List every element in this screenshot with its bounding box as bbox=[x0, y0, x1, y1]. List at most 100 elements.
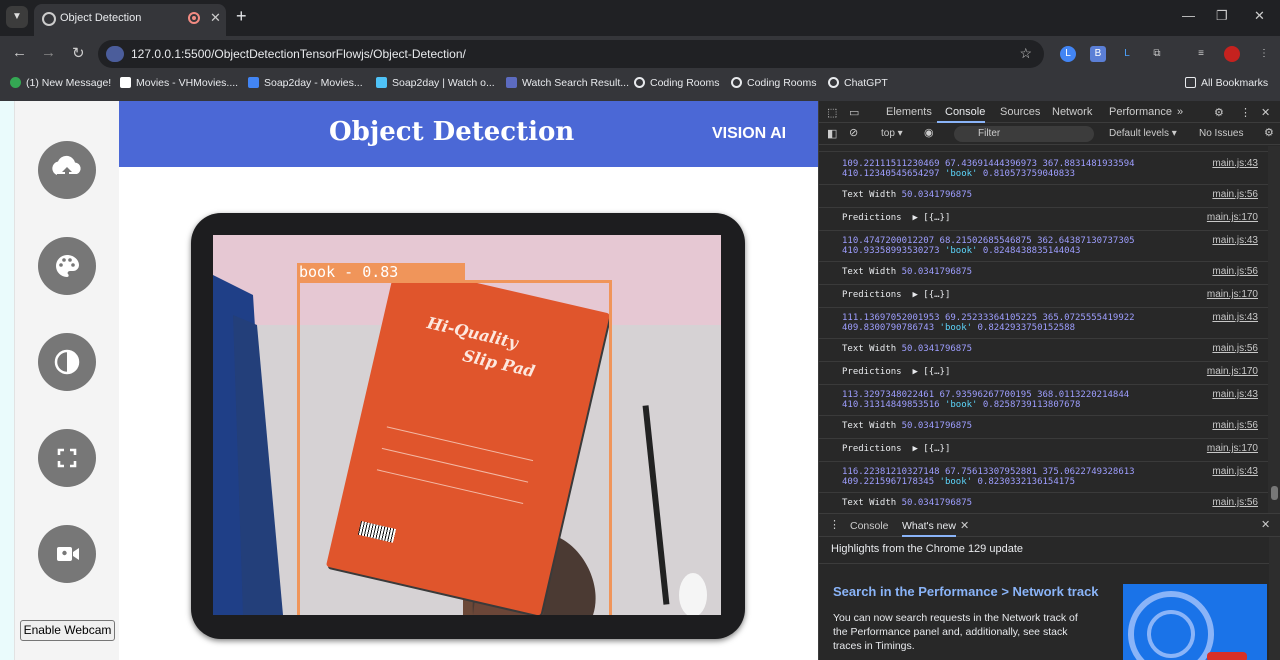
tab-close-icon[interactable]: ✕ bbox=[210, 10, 221, 26]
news-title[interactable]: Search in the Performance > Network trac… bbox=[833, 584, 1099, 599]
bookmark-item[interactable]: Coding Rooms bbox=[731, 77, 816, 89]
forward-icon[interactable]: → bbox=[41, 44, 56, 61]
fullscreen-button[interactable] bbox=[38, 429, 96, 487]
bookmark-star-icon[interactable]: ☆ bbox=[1019, 45, 1032, 62]
bookmark-favicon-icon bbox=[376, 77, 387, 88]
extension-icon[interactable]: L bbox=[1119, 46, 1135, 62]
enable-webcam-button[interactable]: Enable Webcam bbox=[20, 620, 115, 641]
log-value: 109.22111511230469 67.43691444396973 367… bbox=[842, 159, 1135, 169]
all-bookmarks[interactable]: All Bookmarks bbox=[1185, 77, 1268, 89]
profile-avatar[interactable] bbox=[1224, 46, 1240, 62]
back-icon[interactable]: ← bbox=[12, 44, 27, 61]
more-tabs-icon[interactable]: » bbox=[1177, 106, 1183, 118]
console-scrollbar[interactable] bbox=[1268, 146, 1280, 513]
tab-network[interactable]: Network bbox=[1052, 106, 1092, 118]
contrast-button[interactable] bbox=[38, 333, 96, 391]
drawer-close-icon[interactable]: ✕ bbox=[1261, 518, 1270, 531]
tab-sources[interactable]: Sources bbox=[1000, 106, 1040, 118]
predictions-log[interactable]: Predictions ▶ [{…}] bbox=[842, 213, 950, 223]
drawer-tabs: ⋮ Console What's new ✕ ✕ bbox=[819, 513, 1280, 537]
source-link[interactable]: main.js:170 bbox=[1207, 212, 1258, 223]
address-bar[interactable]: 127.0.0.1:5500/ObjectDetectionTensorFlow… bbox=[98, 40, 1044, 68]
window-close-icon[interactable]: ✕ bbox=[1254, 8, 1265, 24]
tab-console[interactable]: Console bbox=[945, 106, 985, 118]
device-toolbar-icon[interactable]: ▭ bbox=[849, 106, 859, 119]
drawer-tab-whats-new[interactable]: What's new bbox=[902, 520, 956, 537]
drawer-scrollbar[interactable] bbox=[1269, 537, 1280, 660]
inspect-icon[interactable]: ⬚ bbox=[827, 106, 837, 119]
eye-icon[interactable]: ◉ bbox=[924, 126, 934, 139]
console-log-entry: Predictions ▶ [{…}] main.js:170 bbox=[819, 362, 1269, 385]
devtools-menu-icon[interactable]: ⋮ bbox=[1240, 106, 1251, 119]
upload-button[interactable] bbox=[38, 141, 96, 199]
source-link[interactable]: main.js:43 bbox=[1212, 466, 1258, 477]
site-info-icon[interactable] bbox=[106, 46, 124, 62]
bookmark-item[interactable]: (1) New Message! bbox=[10, 77, 111, 89]
drawer-tab-close-icon[interactable]: ✕ bbox=[960, 519, 969, 532]
bookmark-favicon-icon bbox=[731, 77, 742, 88]
source-link[interactable]: main.js:170 bbox=[1207, 289, 1258, 300]
source-link[interactable]: main.js:56 bbox=[1212, 266, 1258, 277]
extension-icon[interactable]: B bbox=[1090, 46, 1106, 62]
extension-icon[interactable]: L bbox=[1060, 46, 1076, 62]
drawer-tab-console[interactable]: Console bbox=[850, 520, 889, 532]
source-link[interactable]: main.js:43 bbox=[1212, 389, 1258, 400]
bookmark-item[interactable]: Soap2day - Movies... bbox=[248, 77, 363, 89]
sidebar-toggle-icon[interactable]: ◧ bbox=[827, 127, 837, 140]
tab-performance[interactable]: Performance bbox=[1109, 106, 1172, 118]
new-tab-button[interactable]: + bbox=[236, 6, 247, 27]
predictions-log[interactable]: Predictions ▶ [{…}] bbox=[842, 444, 950, 454]
source-link[interactable]: main.js:43 bbox=[1212, 235, 1258, 246]
tab-search-button[interactable]: ▼ bbox=[6, 6, 28, 28]
clear-console-icon[interactable]: ⊘ bbox=[849, 126, 858, 139]
source-link[interactable]: main.js:56 bbox=[1212, 497, 1258, 508]
log-value: 0.8105737590408​33 bbox=[977, 169, 1076, 179]
levels-dropdown[interactable]: Default levels ▾ bbox=[1109, 128, 1177, 139]
log-value: 'book' bbox=[944, 246, 978, 256]
media-controls-icon[interactable]: ≡ bbox=[1193, 46, 1209, 62]
log-value: 410.12340545654297 bbox=[842, 169, 945, 179]
reload-icon[interactable]: ↻ bbox=[72, 44, 85, 62]
vision-ai-link[interactable]: VISION AI bbox=[712, 125, 786, 143]
restore-icon[interactable]: ❐ bbox=[1216, 8, 1228, 24]
source-link[interactable]: main.js:43 bbox=[1212, 158, 1258, 169]
bookmark-item[interactable]: Movies - VHMovies.... bbox=[120, 77, 238, 89]
url-text: 127.0.0.1:5500/ObjectDetectionTensorFlow… bbox=[131, 47, 466, 61]
console-settings-icon[interactable]: ⚙ bbox=[1264, 126, 1274, 139]
tab-elements[interactable]: Elements bbox=[886, 106, 932, 118]
source-link[interactable]: main.js:170 bbox=[1207, 366, 1258, 377]
tab-title: Object Detection bbox=[60, 12, 142, 24]
log-value: 'book' bbox=[939, 477, 973, 487]
predictions-log[interactable]: Predictions ▶ [{…}] bbox=[842, 367, 950, 377]
log-value: Text Width bbox=[842, 190, 902, 200]
video-button[interactable] bbox=[38, 525, 96, 583]
console-toolbar: ◧ ⊘ top ▾ ◉ Filter Default levels ▾ No I… bbox=[819, 123, 1280, 145]
filter-input[interactable]: Filter bbox=[954, 126, 1094, 142]
contrast-icon bbox=[54, 349, 80, 375]
bookmark-item[interactable]: Soap2day | Watch o... bbox=[376, 77, 495, 89]
color-button[interactable] bbox=[38, 237, 96, 295]
minimize-icon[interactable]: — bbox=[1182, 8, 1195, 23]
source-link[interactable]: main.js:56 bbox=[1212, 189, 1258, 200]
bookmark-item[interactable]: ChatGPT bbox=[828, 77, 888, 89]
tab-favicon-icon bbox=[42, 12, 56, 26]
settings-icon[interactable]: ⚙ bbox=[1214, 106, 1224, 119]
devtools-close-icon[interactable]: ✕ bbox=[1261, 106, 1270, 119]
extensions-puzzle-icon[interactable]: ⧉ bbox=[1149, 46, 1165, 62]
menu-icon[interactable]: ⋮ bbox=[1256, 46, 1272, 62]
log-value: 410.93358993530273 bbox=[842, 246, 945, 256]
predictions-log[interactable]: Predictions ▶ [{…}] bbox=[842, 290, 950, 300]
browser-tab[interactable]: Object Detection ✕ bbox=[34, 4, 226, 36]
drawer-menu-icon[interactable]: ⋮ bbox=[829, 518, 840, 531]
bookmark-item[interactable]: Watch Search Result... bbox=[506, 77, 629, 89]
source-link[interactable]: main.js:170 bbox=[1207, 443, 1258, 454]
bookmark-item[interactable]: Coding Rooms bbox=[634, 77, 719, 89]
context-selector[interactable]: top ▾ bbox=[881, 128, 903, 139]
source-link[interactable]: main.js:43 bbox=[1212, 312, 1258, 323]
console-log-entry: Text Width 50.0341796875 main.js:56 bbox=[819, 416, 1269, 439]
log-value: 0.8230332136154175 bbox=[972, 477, 1076, 487]
source-link[interactable]: main.js:56 bbox=[1212, 343, 1258, 354]
source-link[interactable]: main.js:56 bbox=[1212, 420, 1258, 431]
issues-counter[interactable]: No Issues bbox=[1199, 128, 1243, 139]
scrollbar-thumb[interactable] bbox=[1271, 486, 1278, 500]
